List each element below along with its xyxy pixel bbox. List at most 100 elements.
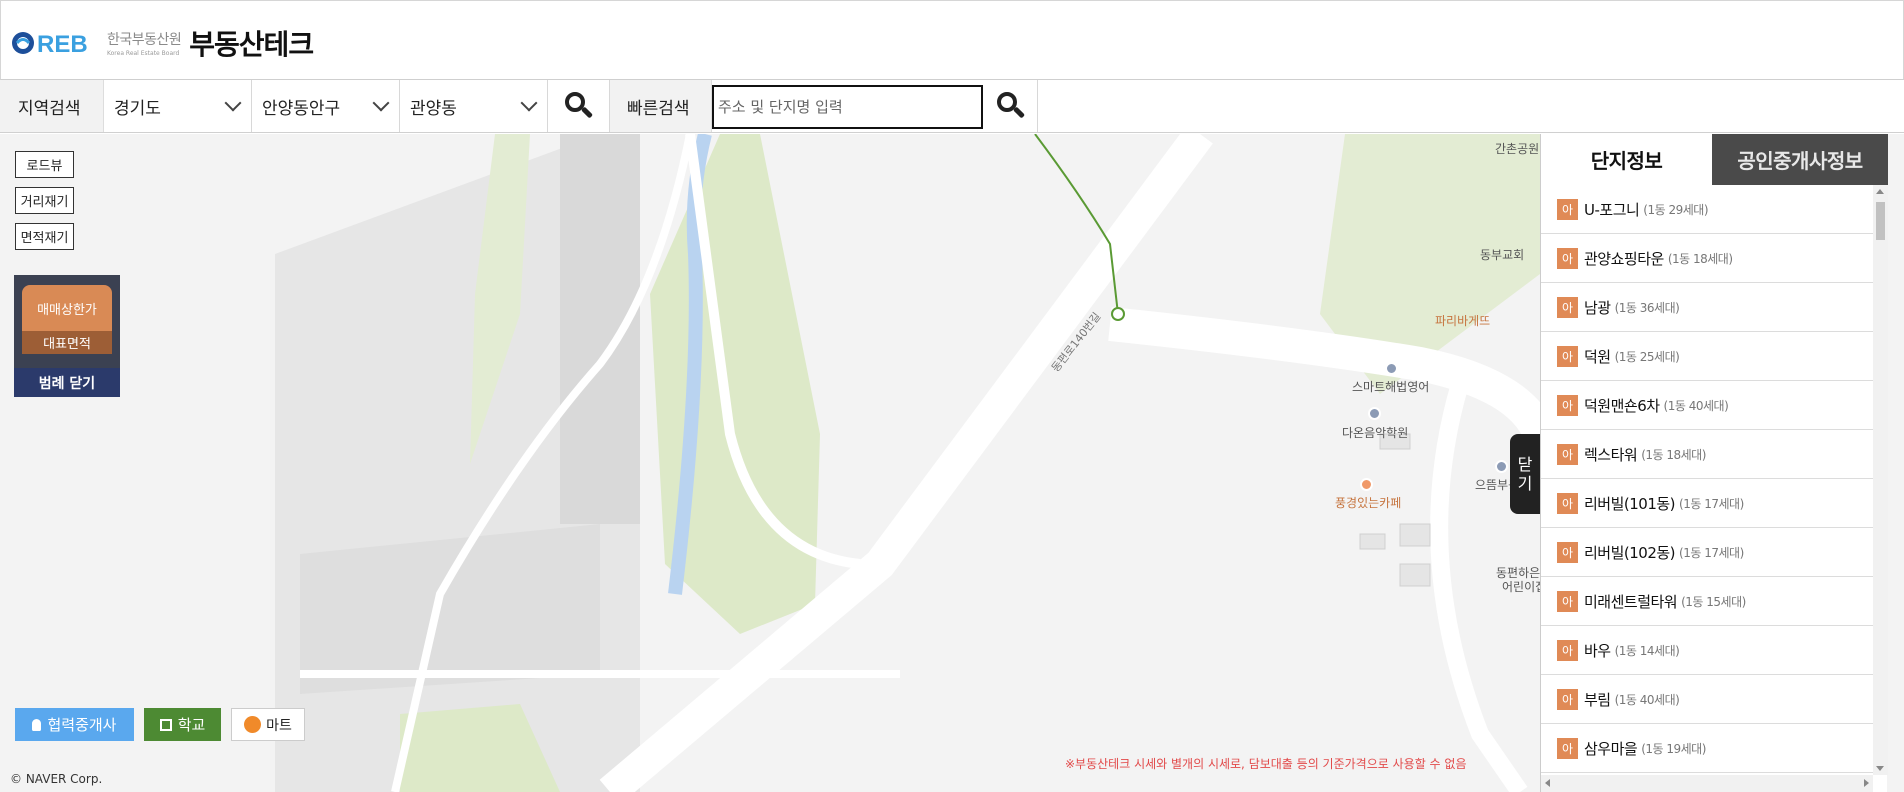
district-value: 안양동안구 xyxy=(262,98,341,119)
legend-price: 매매상한가 xyxy=(22,285,112,331)
quick-search-button[interactable] xyxy=(985,80,1038,132)
scroll-thumb[interactable] xyxy=(1876,202,1885,240)
school-icon xyxy=(159,718,172,731)
list-item[interactable]: 아 삼우마을 (1동 19세대) xyxy=(1541,724,1873,773)
school-layer-button[interactable]: 학교 xyxy=(144,708,221,741)
legend-close-button[interactable]: 범례 닫기 xyxy=(14,368,120,397)
complex-meta: (1동 14세대) xyxy=(1614,643,1680,658)
search-icon xyxy=(564,92,593,120)
complex-meta: (1동 40세대) xyxy=(1663,398,1729,413)
apartment-badge: 아 xyxy=(1557,590,1578,612)
list-item[interactable]: 아 부림 (1동 40세대) xyxy=(1541,675,1873,724)
list-vertical-scrollbar[interactable] xyxy=(1873,185,1888,775)
tab-broker-info[interactable]: 공인중개사정보 xyxy=(1712,134,1888,185)
logo[interactable]: REB 한국부동산원 Korea Real Estate Board 부동산테크 xyxy=(11,23,314,63)
complex-name: U-포그니 xyxy=(1584,200,1640,219)
search-icon xyxy=(997,92,1026,120)
complex-list: 아 U-포그니 (1동 29세대) 아 관양쇼핑타운 (1동 18세대) 아 남광 (1동 … xyxy=(1541,185,1873,775)
complex-meta: (1동 29세대) xyxy=(1643,202,1708,217)
complex-name: 렉스타워 xyxy=(1584,445,1638,464)
poi-cafe[interactable]: 풍경있는카페 xyxy=(1335,494,1401,511)
district-select[interactable]: 안양동안구 xyxy=(252,80,400,132)
complex-name: 리버빌(101동) xyxy=(1584,494,1676,513)
dong-select[interactable]: 관양동 xyxy=(400,80,548,132)
scroll-down-icon[interactable] xyxy=(1876,766,1884,771)
apartment-badge: 아 xyxy=(1557,247,1578,269)
region-search-button[interactable] xyxy=(548,80,610,132)
panel-close-button[interactable]: 닫기 xyxy=(1510,434,1540,514)
apartment-badge: 아 xyxy=(1557,492,1578,514)
complex-meta: (1동 36세대) xyxy=(1614,300,1680,315)
cafe-marker-icon[interactable] xyxy=(1360,478,1373,491)
tab-complex-info[interactable]: 단지정보 xyxy=(1541,134,1712,185)
province-select[interactable]: 경기도 xyxy=(104,80,252,132)
map-legend: 매매상한가 대표면적 범례 닫기 xyxy=(14,275,120,397)
complex-panel: 단지정보 공인중개사정보 아 U-포그니 (1동 29세대) 아 관양쇼핑타운 (1동 … xyxy=(1540,134,1888,792)
list-item[interactable]: 아 렉스타워 (1동 18세대) xyxy=(1541,430,1873,479)
apartment-badge: 아 xyxy=(1557,688,1578,710)
poi-park[interactable]: 간촌공원 xyxy=(1495,140,1539,157)
poi-bakery[interactable]: 파리바게뜨 xyxy=(1435,312,1490,329)
list-item[interactable]: 아 남광 (1동 36세대) xyxy=(1541,283,1873,332)
province-value: 경기도 xyxy=(114,98,161,119)
broker-layer-button[interactable]: 협력중개사 xyxy=(15,708,134,741)
academy-marker-icon[interactable] xyxy=(1368,407,1381,420)
list-item[interactable]: 아 덕원맨숀6차 (1동 40세대) xyxy=(1541,381,1873,430)
complex-name: 바우 xyxy=(1584,641,1611,660)
list-item[interactable]: 아 덕원 (1동 25세대) xyxy=(1541,332,1873,381)
complex-name: 관양쇼핑타운 xyxy=(1584,249,1664,268)
complex-meta: (1동 19세대) xyxy=(1641,741,1706,756)
chevron-down-icon xyxy=(520,94,538,112)
brand-title: 부동산테크 xyxy=(189,28,314,61)
list-item[interactable]: 아 바우 (1동 14세대) xyxy=(1541,626,1873,675)
complex-meta: (1동 15세대) xyxy=(1681,594,1746,609)
price-disclaimer: ※부동산테크 시세와 별개의 시세로, 담보대출 등의 기준가격으로 사용할 수… xyxy=(1065,757,1467,771)
chevron-down-icon xyxy=(372,94,390,112)
distance-measure-button[interactable]: 거리재기 xyxy=(15,187,74,214)
complex-name: 부림 xyxy=(1584,690,1611,709)
list-item[interactable]: 아 리버빌(101동) (1동 17세대) xyxy=(1541,479,1873,528)
apartment-badge: 아 xyxy=(1557,541,1578,563)
apartment-badge: 아 xyxy=(1557,737,1578,759)
logo-korean: 한국부동산원 xyxy=(107,32,182,48)
apartment-badge: 아 xyxy=(1557,394,1578,416)
mart-layer-button[interactable]: 마트 xyxy=(231,708,305,741)
search-bar: 지역검색 경기도 안양동안구 관양동 빠른검색 xyxy=(0,80,1904,133)
apartment-badge: 아 xyxy=(1557,639,1578,661)
complex-name: 미래센트럴타워 xyxy=(1584,592,1678,611)
cart-icon xyxy=(244,716,262,733)
list-item[interactable]: 아 관양쇼핑타운 (1동 18세대) xyxy=(1541,234,1873,283)
academy-marker-icon[interactable] xyxy=(1385,362,1398,375)
scroll-right-icon[interactable] xyxy=(1864,779,1869,787)
apartment-badge: 아 xyxy=(1557,296,1578,318)
complex-name: 남광 xyxy=(1584,298,1611,317)
site-header: REB 한국부동산원 Korea Real Estate Board 부동산테크 xyxy=(0,0,1904,80)
scroll-left-icon[interactable] xyxy=(1545,779,1550,787)
apartment-badge: 아 xyxy=(1557,443,1578,465)
list-horizontal-scrollbar[interactable] xyxy=(1541,775,1873,792)
poi-english-academy[interactable]: 스마트해법영어 xyxy=(1352,378,1429,395)
area-measure-button[interactable]: 면적재기 xyxy=(15,223,74,250)
poi-church[interactable]: 동부교회 xyxy=(1480,246,1524,263)
complex-meta: (1동 40세대) xyxy=(1614,692,1680,707)
list-item[interactable]: 아 미래센트럴타워 (1동 15세대) xyxy=(1541,577,1873,626)
mart-layer-label: 마트 xyxy=(266,717,292,734)
dong-value: 관양동 xyxy=(410,98,457,119)
panel-tabs: 단지정보 공인중개사정보 xyxy=(1541,134,1888,185)
complex-meta: (1동 17세대) xyxy=(1679,496,1744,511)
complex-name: 덕원 xyxy=(1584,347,1611,366)
apartment-badge: 아 xyxy=(1557,345,1578,367)
reb-logo-icon: REB xyxy=(12,31,88,58)
complex-name: 삼우마을 xyxy=(1584,739,1638,758)
scroll-up-icon[interactable] xyxy=(1876,189,1884,194)
legend-area: 대표면적 xyxy=(22,331,112,354)
poi-music-academy[interactable]: 다온음악학원 xyxy=(1342,424,1408,441)
roadview-button[interactable]: 로드뷰 xyxy=(15,151,74,178)
list-item[interactable]: 아 리버빌(102동) (1동 17세대) xyxy=(1541,528,1873,577)
quick-search-input[interactable] xyxy=(712,85,983,129)
quick-search-label: 빠른검색 xyxy=(610,80,712,132)
realty-marker-icon[interactable] xyxy=(1495,460,1508,473)
school-layer-label: 학교 xyxy=(177,716,206,734)
person-icon xyxy=(32,718,42,731)
list-item[interactable]: 아 U-포그니 (1동 29세대) xyxy=(1541,185,1873,234)
